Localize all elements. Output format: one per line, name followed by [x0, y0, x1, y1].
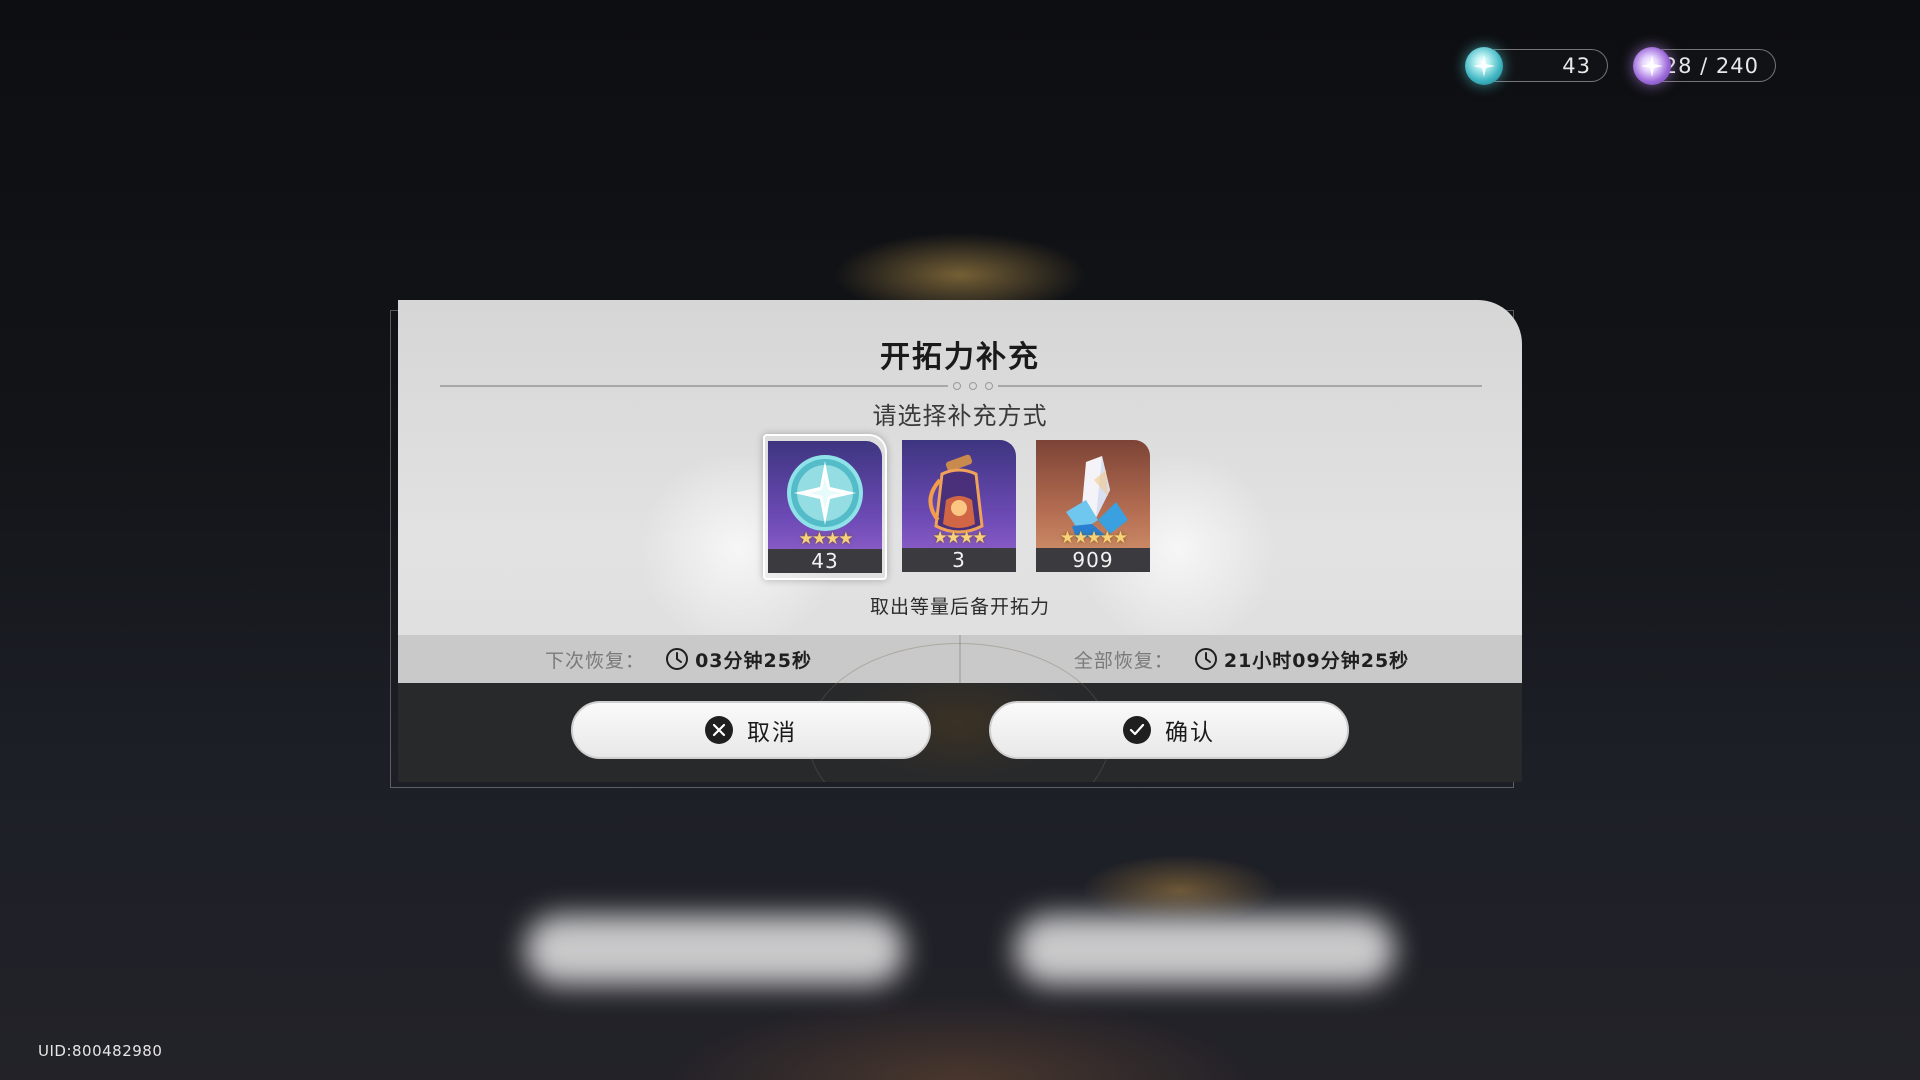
next-recovery-time: 03分钟25秒	[695, 649, 812, 672]
cancel-button[interactable]: 取消	[571, 701, 931, 759]
confirm-button[interactable]: 确认	[989, 701, 1349, 759]
background-blurred-button-left	[525, 915, 905, 985]
item-count: 3	[902, 548, 1016, 572]
action-bar: 取消 确认	[398, 643, 1522, 782]
item-stars: ★★★★	[798, 529, 854, 549]
trailblaze-power-icon	[1633, 47, 1671, 85]
stellar-jade-icon	[1465, 47, 1503, 85]
cancel-label: 取消	[747, 720, 797, 746]
check-icon	[1123, 716, 1151, 744]
confirm-label: 确认	[1165, 720, 1215, 746]
item-stars: ★★★★★	[1059, 528, 1128, 548]
item-stars: ★★★★	[932, 528, 988, 548]
close-icon	[705, 716, 733, 744]
trailblaze-power-value: 28 / 240	[1663, 53, 1759, 78]
background-blurred-button-right	[1015, 915, 1395, 985]
replenish-dialog: 开拓力补充 请选择补充方式 ★★★★ 43 ★★★★ 3 ★★★★★ 909 取…	[398, 300, 1522, 782]
stellar-jade-value: 43	[1562, 53, 1591, 78]
item-fuel[interactable]: ★★★★ 3	[902, 440, 1016, 572]
uid-label: UID:800482980	[38, 1042, 163, 1060]
clock-icon	[1194, 648, 1217, 670]
clock-icon	[666, 648, 689, 670]
dialog-subtitle: 请选择补充方式	[872, 402, 1048, 430]
full-recovery-label: 全部恢复：	[1073, 649, 1174, 672]
full-recovery-time: 21小时09分钟25秒	[1223, 649, 1410, 672]
item-oneiric-shard[interactable]: ★★★★★ 909	[1036, 440, 1150, 572]
dialog-title: 开拓力补充	[880, 340, 1040, 375]
item-stellar-jade[interactable]: ★★★★ 43	[768, 441, 882, 573]
item-count: 43	[768, 549, 882, 573]
next-recovery-label: 下次恢复：	[545, 649, 646, 672]
dialog-hint: 取出等量后备开拓力	[869, 596, 1050, 618]
item-count: 909	[1036, 548, 1150, 572]
divider-ornament-icon	[948, 379, 998, 393]
